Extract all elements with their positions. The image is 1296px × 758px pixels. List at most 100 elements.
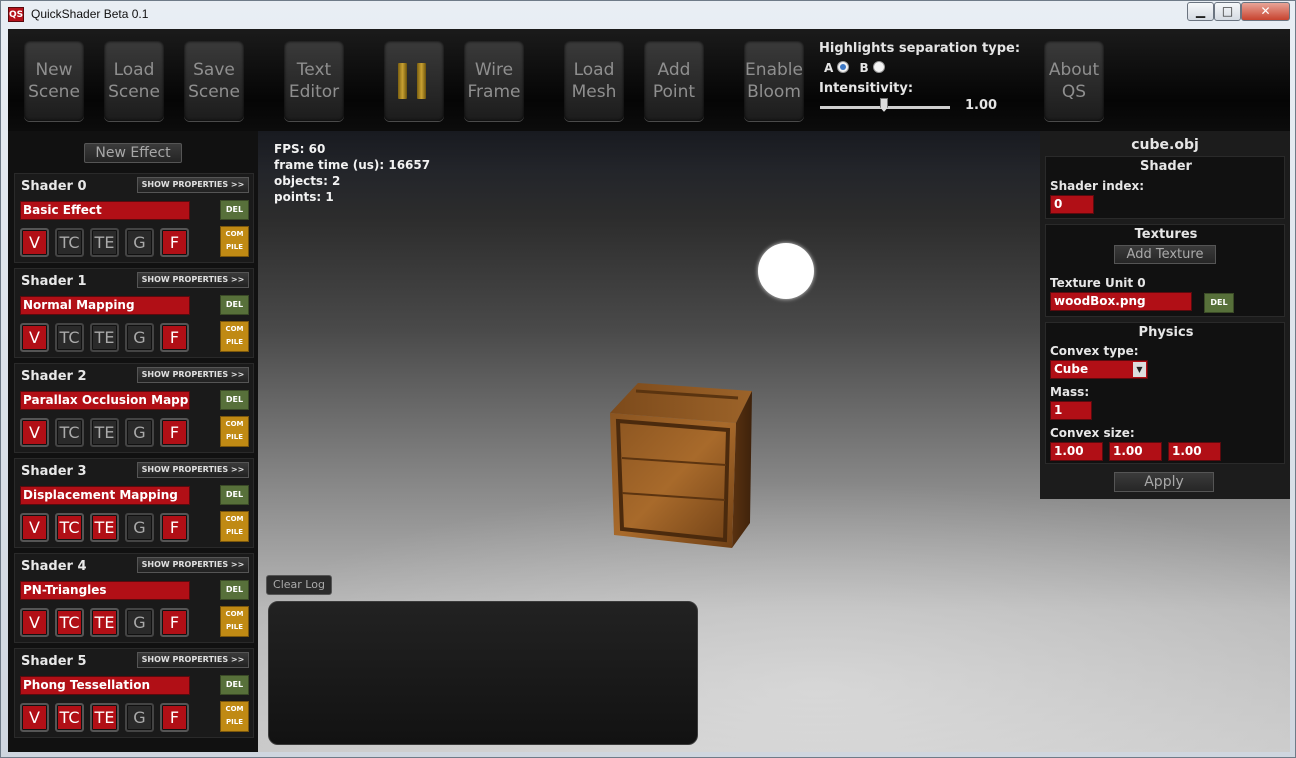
stage-toggle-tc[interactable]: TC xyxy=(55,608,84,637)
show-properties-button[interactable]: SHOW PROPERTIES >> xyxy=(137,177,249,193)
delete-shader-button[interactable]: DEL xyxy=(220,675,249,695)
shader-index-input[interactable]: 0 xyxy=(1050,195,1094,214)
stage-toggle-tc[interactable]: TC xyxy=(55,703,84,732)
stage-toggle-f[interactable]: F xyxy=(160,323,189,352)
new-scene-button[interactable]: New Scene xyxy=(24,41,84,121)
compile-button[interactable]: COM PILE xyxy=(220,606,249,637)
enable-bloom-button[interactable]: Enable Bloom xyxy=(744,41,804,121)
option-b-radio[interactable] xyxy=(872,61,885,73)
stage-toggle-v[interactable]: V xyxy=(20,418,49,447)
stage-toggle-g[interactable]: G xyxy=(125,608,154,637)
shader-card: Shader 3 SHOW PROPERTIES >> Displacement M… xyxy=(14,458,254,548)
add-point-button[interactable]: Add Point xyxy=(644,41,704,121)
stage-toggle-tc[interactable]: TC xyxy=(55,513,84,542)
chevron-down-icon[interactable]: ▼ xyxy=(1133,362,1146,377)
compile-label: PILE xyxy=(226,338,243,346)
stage-toggle-g[interactable]: G xyxy=(125,228,154,257)
compile-label: PILE xyxy=(226,243,243,251)
point-light[interactable] xyxy=(758,243,814,299)
show-properties-button[interactable]: SHOW PROPERTIES >> xyxy=(137,557,249,573)
apply-button[interactable]: Apply xyxy=(1114,472,1214,492)
stage-toggle-v[interactable]: V xyxy=(20,228,49,257)
properties-panel: cube.obj Shader Shader index: 0 Textures… xyxy=(1040,131,1290,499)
physics-section-title: Physics xyxy=(1138,325,1194,340)
load-scene-button[interactable]: Load Scene xyxy=(104,41,164,121)
pause-button[interactable] xyxy=(384,41,444,121)
stage-toggle-v[interactable]: V xyxy=(20,608,49,637)
close-button[interactable]: ✕ xyxy=(1241,2,1290,21)
stage-toggle-tc[interactable]: TC xyxy=(55,228,84,257)
texture-delete-button[interactable]: DEL xyxy=(1204,293,1234,313)
stage-toggle-f[interactable]: F xyxy=(160,703,189,732)
show-properties-button[interactable]: SHOW PROPERTIES >> xyxy=(137,272,249,288)
effect-name-input[interactable]: Parallax Occlusion Mappi xyxy=(20,391,190,410)
stage-toggle-tc[interactable]: TC xyxy=(55,323,84,352)
effect-name-input[interactable]: Basic Effect xyxy=(20,201,190,220)
stage-toggle-te[interactable]: TE xyxy=(90,418,119,447)
wireframe-button[interactable]: Wire Frame xyxy=(464,41,524,121)
mass-input[interactable]: 1 xyxy=(1050,401,1092,420)
minimize-button[interactable]: ▁ xyxy=(1187,2,1214,21)
show-properties-button[interactable]: SHOW PROPERTIES >> xyxy=(137,652,249,668)
stage-toggle-g[interactable]: G xyxy=(125,323,154,352)
compile-button[interactable]: COM PILE xyxy=(220,321,249,352)
texture-file-input[interactable]: woodBox.png xyxy=(1050,292,1192,311)
compile-button[interactable]: COM PILE xyxy=(220,226,249,257)
compile-button[interactable]: COM PILE xyxy=(220,416,249,447)
option-a-radio[interactable] xyxy=(837,61,850,73)
stage-toggle-f[interactable]: F xyxy=(160,228,189,257)
effects-panel: New Effect Shader 0 SHOW PROPERTIES >> Bas… xyxy=(8,131,258,752)
effect-name-input[interactable]: PN-Triangles xyxy=(20,581,190,600)
stage-toggle-te[interactable]: TE xyxy=(90,513,119,542)
delete-shader-button[interactable]: DEL xyxy=(220,200,249,220)
convex-size-z-input[interactable]: 1.00 xyxy=(1168,442,1221,461)
show-properties-button[interactable]: SHOW PROPERTIES >> xyxy=(137,462,249,478)
text-editor-button[interactable]: Text Editor xyxy=(284,41,344,121)
compile-label: COM xyxy=(225,705,244,713)
title-bar[interactable]: QS QuickShader Beta 0.1 ▁ □ ✕ xyxy=(1,1,1296,28)
stage-toggle-v[interactable]: V xyxy=(20,703,49,732)
stage-toggle-tc[interactable]: TC xyxy=(55,418,84,447)
delete-shader-button[interactable]: DEL xyxy=(220,485,249,505)
shader-card: Shader 2 SHOW PROPERTIES >> Parallax Occlu… xyxy=(14,363,254,453)
stage-toggle-g[interactable]: G xyxy=(125,513,154,542)
convex-size-y-input[interactable]: 1.00 xyxy=(1109,442,1162,461)
stage-toggle-f[interactable]: F xyxy=(160,608,189,637)
show-properties-button[interactable]: SHOW PROPERTIES >> xyxy=(137,367,249,383)
save-scene-button[interactable]: Save Scene xyxy=(184,41,244,121)
window-title: QuickShader Beta 0.1 xyxy=(31,7,149,21)
compile-label: PILE xyxy=(226,718,243,726)
stage-toggle-f[interactable]: F xyxy=(160,513,189,542)
log-output[interactable] xyxy=(268,601,698,745)
stage-toggle-te[interactable]: TE xyxy=(90,608,119,637)
stage-toggle-f[interactable]: F xyxy=(160,418,189,447)
delete-shader-button[interactable]: DEL xyxy=(220,390,249,410)
stage-toggle-v[interactable]: V xyxy=(20,513,49,542)
stage-toggle-te[interactable]: TE xyxy=(90,323,119,352)
compile-button[interactable]: COM PILE xyxy=(220,701,249,732)
maximize-button[interactable]: □ xyxy=(1214,2,1241,21)
stage-toggle-g[interactable]: G xyxy=(125,418,154,447)
convex-type-select[interactable]: Cube ▼ xyxy=(1050,360,1148,379)
stage-toggle-v[interactable]: V xyxy=(20,323,49,352)
new-effect-button[interactable]: New Effect xyxy=(84,143,182,163)
effect-name-input[interactable]: Normal Mapping xyxy=(20,296,190,315)
clear-log-button[interactable]: Clear Log xyxy=(266,575,332,595)
effect-name-input[interactable]: Phong Tessellation xyxy=(20,676,190,695)
wooden-cube[interactable] xyxy=(610,383,754,549)
stage-toggle-g[interactable]: G xyxy=(125,703,154,732)
add-texture-button[interactable]: Add Texture xyxy=(1114,245,1216,264)
compile-button[interactable]: COM PILE xyxy=(220,511,249,542)
load-mesh-button[interactable]: Load Mesh xyxy=(564,41,624,121)
delete-shader-button[interactable]: DEL xyxy=(220,580,249,600)
object-name: cube.obj xyxy=(1131,137,1199,153)
delete-shader-button[interactable]: DEL xyxy=(220,295,249,315)
about-button[interactable]: About QS xyxy=(1044,41,1104,121)
effect-name-input[interactable]: Displacement Mapping xyxy=(20,486,190,505)
stage-toggle-te[interactable]: TE xyxy=(90,703,119,732)
shader-card: Shader 1 SHOW PROPERTIES >> Normal Mapping… xyxy=(14,268,254,358)
fps-readout: FPS: 60 xyxy=(274,142,326,156)
intensivity-slider-thumb[interactable] xyxy=(880,98,888,112)
stage-toggle-te[interactable]: TE xyxy=(90,228,119,257)
convex-size-x-input[interactable]: 1.00 xyxy=(1050,442,1103,461)
